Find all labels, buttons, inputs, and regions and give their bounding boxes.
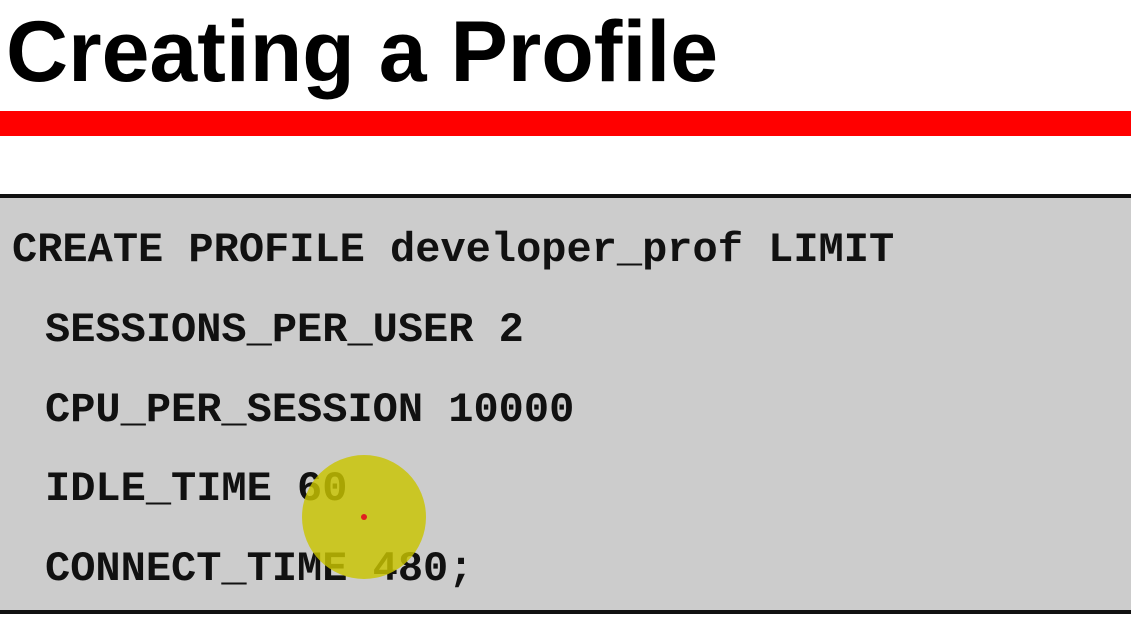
code-line-sessions-per-user: SESSIONS_PER_USER 2	[45, 306, 524, 354]
code-block: CREATE PROFILE developer_prof LIMIT SESS…	[0, 194, 1131, 614]
code-line-cpu-per-session: CPU_PER_SESSION 10000	[45, 386, 575, 434]
code-line-create-profile: CREATE PROFILE developer_prof LIMIT	[12, 226, 895, 274]
slide-title: Creating a Profile	[6, 4, 719, 100]
code-line-idle-time: IDLE_TIME 60	[45, 465, 348, 513]
title-rule	[0, 111, 1131, 136]
code-line-connect-time: CONNECT_TIME 480;	[45, 545, 474, 593]
